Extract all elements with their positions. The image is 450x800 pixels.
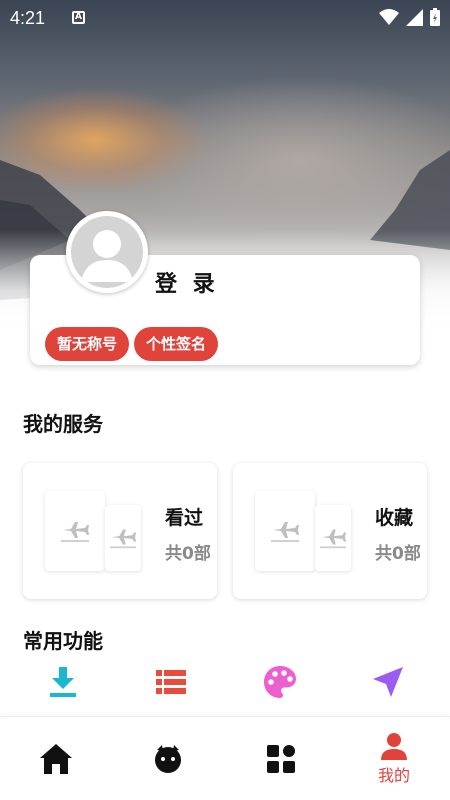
- login-button[interactable]: 登 录: [155, 266, 219, 298]
- favorites-count: 共0部: [375, 544, 421, 564]
- nav-discover[interactable]: [112, 717, 224, 800]
- user-icon: [381, 733, 407, 760]
- home-icon: [40, 744, 72, 774]
- send-icon: [373, 667, 403, 697]
- list-button[interactable]: [153, 664, 189, 700]
- share-button[interactable]: [370, 664, 406, 700]
- watched-label: 看过: [165, 507, 204, 529]
- keyboard-a-icon: A: [72, 11, 85, 24]
- watched-card[interactable]: 看过 共0部: [23, 463, 217, 599]
- default-user-icon: [81, 230, 133, 282]
- battery-icon: [430, 8, 440, 26]
- functions-row: [0, 664, 450, 704]
- signature-badge[interactable]: 个性签名: [134, 327, 219, 361]
- status-time: 4:21: [10, 8, 46, 28]
- title-badge[interactable]: 暂无称号: [45, 327, 130, 361]
- wifi-icon: [379, 9, 399, 25]
- functions-section-title: 常用功能: [23, 629, 103, 653]
- download-icon: [50, 667, 76, 697]
- nav-mine-label: 我的: [377, 766, 410, 785]
- poster-placeholder: [255, 491, 315, 571]
- nav-home[interactable]: [0, 717, 112, 800]
- cell-signal-icon: [406, 8, 423, 26]
- favorites-label: 收藏: [375, 507, 414, 529]
- poster-placeholder: [105, 505, 141, 571]
- airplane-icon: [61, 522, 89, 542]
- airplane-icon: [271, 522, 299, 542]
- airplane-icon: [320, 529, 346, 549]
- poster-placeholder: [45, 491, 105, 571]
- airplane-icon: [110, 529, 136, 549]
- grid-icon: [267, 745, 295, 773]
- poster-placeholder: [315, 505, 351, 571]
- favorites-card[interactable]: 收藏 共0部: [233, 463, 427, 599]
- avatar[interactable]: [66, 211, 148, 293]
- nav-categories[interactable]: [225, 717, 337, 800]
- palette-icon: [264, 666, 296, 698]
- download-button[interactable]: [45, 664, 81, 700]
- bottom-navigation: 我的: [0, 716, 450, 800]
- watched-count: 共0部: [165, 544, 211, 564]
- nav-mine[interactable]: 我的: [338, 717, 450, 800]
- status-bar: 4:21 A: [0, 0, 450, 36]
- face-icon: [155, 745, 181, 773]
- services-section-title: 我的服务: [23, 412, 103, 436]
- theme-button[interactable]: [262, 664, 298, 700]
- list-icon: [156, 670, 186, 694]
